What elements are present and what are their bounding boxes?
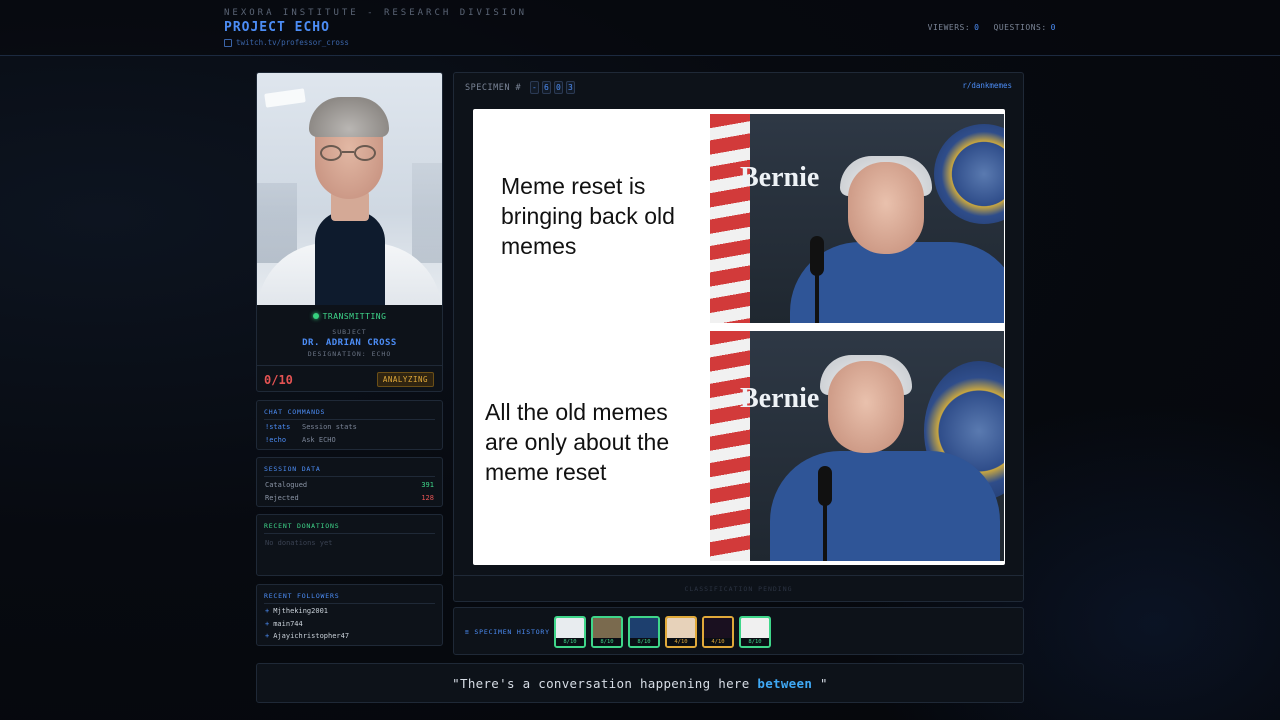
meme-photo-top: Bernie: [710, 114, 1004, 323]
questions-stat: QUESTIONS: 0: [994, 23, 1057, 32]
donations-empty: No donations yet: [265, 539, 333, 547]
quote-text: "There's a conversation happening here: [452, 676, 758, 691]
plus-icon: +: [265, 620, 270, 628]
stream-stats: VIEWERS: 0 QUESTIONS: 0: [928, 23, 1056, 32]
viewers-label: VIEWERS:: [927, 23, 971, 32]
history-thumbnail[interactable]: 4/10: [702, 616, 734, 648]
history-thumbnail[interactable]: 4/10: [665, 616, 697, 648]
quote-text-end: ": [812, 676, 828, 691]
specimen-label: SPECIMEN #: [465, 82, 522, 93]
thumbnail-image: [704, 618, 732, 640]
rejected-count: 128: [421, 494, 434, 502]
specimen-header: SPECIMEN # - 6 0 3: [465, 81, 576, 94]
chat-commands-title: CHAT COMMANDS: [264, 408, 435, 420]
meme-image: Meme reset is bringing back old memes Al…: [473, 109, 1005, 565]
follower-item: + main744: [265, 620, 303, 628]
follower-item: + Ajayichristopher47: [265, 632, 349, 640]
subject-portrait: [257, 73, 442, 305]
channel-url: twitch.tv/professor_cross: [236, 38, 349, 47]
top-header: NEXORA INSTITUTE - RESEARCH DIVISION PRO…: [0, 0, 1280, 56]
plus-icon: +: [265, 607, 270, 615]
status-text: TRANSMITTING: [322, 312, 387, 321]
project-title: PROJECT ECHO: [224, 20, 330, 35]
thumbnail-score: 8/10: [556, 638, 584, 646]
specimen-panel: SPECIMEN # - 6 0 3 r/dankmemes Meme rese…: [453, 72, 1024, 602]
thumbnail-score: 4/10: [667, 638, 695, 646]
score-row: 0/10 ANALYZING: [257, 365, 442, 391]
org-label: NEXORA INSTITUTE - RESEARCH DIVISION: [224, 8, 528, 18]
subject-panel: TRANSMITTING SUBJECT DR. ADRIAN CROSS DE…: [256, 72, 443, 392]
thumbnail-image: [593, 618, 621, 640]
questions-count: 0: [1050, 23, 1056, 32]
followers-panel: RECENT FOLLOWERS + Mjtheking2001 + main744…: [256, 584, 443, 646]
command-desc: Ask ECHO: [302, 436, 336, 444]
history-thumbnail[interactable]: 8/10: [554, 616, 586, 648]
history-thumbnail[interactable]: 8/10: [591, 616, 623, 648]
meme-top-text: Meme reset is bringing back old memes: [501, 173, 675, 259]
donations-panel: RECENT DONATIONS No donations yet: [256, 514, 443, 576]
thumbnail-image: [741, 618, 769, 640]
thumbnail-image: [556, 618, 584, 640]
live-dot-icon: [312, 313, 319, 319]
thumbnail-score: 8/10: [593, 638, 621, 646]
viewers-stat: VIEWERS: 0: [928, 23, 980, 32]
current-score: 0/10: [264, 373, 293, 387]
command-item: !stats Session stats: [265, 423, 357, 431]
thumbnail-score: 8/10: [630, 638, 658, 646]
twitch-icon: [224, 38, 232, 47]
chat-commands-panel: CHAT COMMANDS !stats Session stats !echo A…: [256, 400, 443, 450]
channel-link[interactable]: twitch.tv/professor_cross: [224, 38, 349, 47]
designation: DESIGNATION: ECHO: [307, 350, 392, 358]
session-data-title: SESSION DATA: [264, 465, 435, 477]
thumbnail-image: [667, 618, 695, 640]
session-data-panel: SESSION DATA Catalogued 391 Rejected 128: [256, 457, 443, 507]
command-desc: Session stats: [302, 423, 357, 431]
rejected-label: Rejected: [265, 494, 299, 502]
thumbnail-score: 4/10: [704, 638, 732, 646]
quote-highlight: between: [757, 676, 813, 691]
followers-title: RECENT FOLLOWERS: [264, 592, 435, 604]
history-thumbnail[interactable]: 8/10: [739, 616, 771, 648]
thumbnail-image: [630, 618, 658, 640]
meme-photo-bottom: Bernie: [710, 331, 1004, 561]
classification-status: CLASSIFICATION PENDING: [454, 575, 1023, 593]
specimen-digit: 3: [566, 81, 576, 94]
analyzing-badge: ANALYZING: [376, 372, 434, 387]
history-thumbnail[interactable]: 8/10: [628, 616, 660, 648]
history-label: ≡ SPECIMEN HISTORY: [465, 628, 550, 636]
follower-name: Mjtheking2001: [273, 607, 329, 615]
subject-name: DR. ADRIAN CROSS: [302, 338, 397, 348]
rejected-row: Rejected 128: [265, 494, 434, 502]
viewers-count: 0: [974, 23, 980, 32]
catalogued-count: 391: [421, 481, 434, 489]
command-key: !stats: [265, 423, 291, 431]
quote-bar: "There's a conversation happening here b…: [256, 663, 1024, 703]
specimen-history-panel: ≡ SPECIMEN HISTORY 8/10 8/10 8/10 4/10 4/10 8…: [453, 607, 1024, 655]
subject-label: SUBJECT: [332, 328, 367, 336]
donations-title: RECENT DONATIONS: [264, 522, 435, 534]
catalogued-row: Catalogued 391: [265, 481, 434, 489]
specimen-digit: 0: [554, 81, 564, 94]
follower-item: + Mjtheking2001: [265, 607, 328, 615]
follower-name: Ajayichristopher47: [273, 632, 350, 640]
questions-label: QUESTIONS:: [993, 23, 1047, 32]
transmitting-status: TRANSMITTING: [257, 312, 442, 321]
command-key: !echo: [265, 436, 287, 444]
command-item: !echo Ask ECHO: [265, 436, 336, 444]
follower-name: main744: [273, 620, 303, 628]
subreddit-link[interactable]: r/dankmemes: [962, 81, 1012, 90]
specimen-digit: 6: [542, 81, 552, 94]
meme-bottom-text: All the old memes are only about the mem…: [485, 399, 670, 485]
specimen-digit: -: [530, 81, 540, 94]
thumbnail-score: 8/10: [741, 638, 769, 646]
plus-icon: +: [265, 632, 270, 640]
catalogued-label: Catalogued: [265, 481, 308, 489]
